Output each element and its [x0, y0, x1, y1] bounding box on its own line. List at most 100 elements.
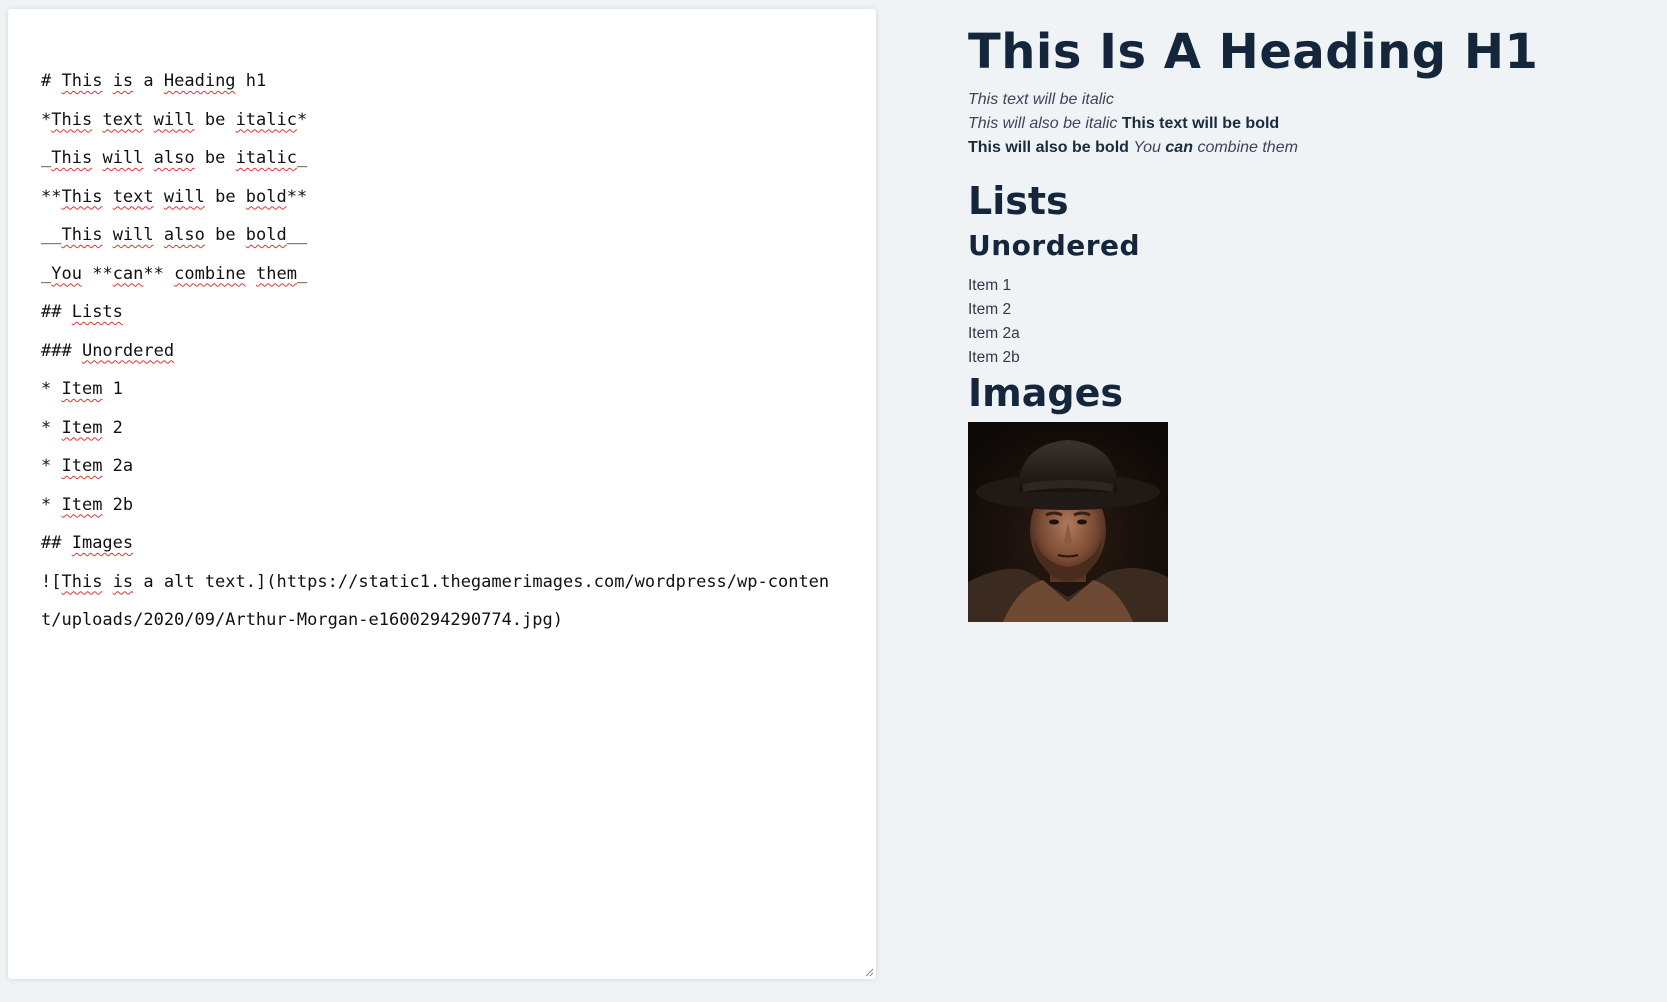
spellcheck-word: This — [51, 109, 93, 130]
list-item: Item 2 — [968, 301, 1012, 318]
spellcheck-word: Item — [61, 456, 103, 476]
spellcheck-word: bold — [245, 225, 287, 245]
spellcheck-word: You — [51, 263, 82, 284]
editor-text-segment: 1 — [102, 379, 123, 399]
spellcheck-word: text — [112, 186, 154, 207]
spellcheck-word: This — [51, 148, 93, 168]
editor-text-segment: __ — [286, 225, 308, 245]
editor-line: * Item 1 — [41, 370, 831, 409]
spellcheck-word: italic — [235, 148, 297, 168]
italic-text: combine them — [1197, 139, 1298, 156]
editor-text-segment: * — [296, 109, 308, 130]
editor-line: * Item 2a — [41, 447, 831, 486]
spellcheck-word: is — [112, 71, 134, 91]
list-item: Item 2a — [968, 325, 1020, 342]
spellcheck-word: will — [163, 186, 205, 207]
spellcheck-word: This — [61, 71, 103, 91]
spellcheck-word: text — [102, 109, 144, 130]
spellcheck-word: italic — [235, 109, 297, 130]
editor-text-segment: ### — [41, 340, 82, 361]
preview-heading-h1: This Is A Heading H1 — [968, 24, 1539, 80]
editor-text-segment: ![ — [41, 571, 62, 592]
editor-text-segment: ## — [41, 302, 72, 322]
list-item: Item 1 — [968, 277, 1012, 294]
preview-paragraph: This text will be italic This will also … — [968, 88, 1648, 160]
bold-text: This text will be bold — [1121, 115, 1280, 132]
spellcheck-word: will — [153, 109, 195, 130]
editor-text-segment: ** — [143, 263, 175, 284]
spellcheck-word: Unordered — [81, 340, 175, 361]
editor-line: * Item 2 — [41, 409, 831, 448]
spellcheck-word: combine — [174, 263, 246, 284]
editor-line: ### Unordered — [41, 332, 831, 371]
editor-text-segment — [143, 148, 153, 168]
editor-text-segment — [143, 110, 153, 130]
preview-heading-unordered: Unordered — [968, 229, 1141, 262]
editor-text-segment: a alt text.](https://static1.thegamerima… — [41, 571, 830, 631]
editor-text-segment: # — [41, 71, 62, 91]
editor-text-segment: ** — [81, 263, 113, 284]
spellcheck-word: also — [153, 148, 195, 168]
editor-text-segment: be — [204, 186, 246, 207]
markdown-editor[interactable]: # This is a Heading h1 * This text will be… — [8, 9, 876, 979]
editor-line: ## Images — [41, 524, 831, 563]
editor-text-segment: be — [194, 109, 236, 130]
spellcheck-word: This — [61, 186, 103, 207]
editor-text-segment: be — [194, 148, 236, 168]
spellcheck-word: Heading — [163, 71, 236, 91]
spellcheck-word: This — [61, 225, 103, 245]
italic-text: This will also be italic — [968, 115, 1118, 132]
spellcheck-word: Item — [61, 417, 103, 438]
editor-text-segment: ** — [41, 186, 62, 207]
italic-text: You — [1133, 139, 1161, 156]
paragraph-line: This text will be italic — [968, 88, 1648, 112]
editor-text-segment — [92, 148, 102, 168]
paragraph-line: This will also be bold You can combine t… — [968, 136, 1648, 160]
editor-text-segment — [92, 110, 102, 130]
editor-textarea[interactable]: # This is a Heading h1 * This text will be… — [41, 62, 831, 640]
editor-text-segment — [102, 225, 112, 245]
editor-text-segment — [102, 71, 112, 91]
markdown-preview: This Is A Heading H1 This text will be i… — [968, 20, 1648, 622]
editor-line: __This will also be bold__ — [41, 216, 831, 255]
editor-text-segment: * — [41, 417, 62, 438]
editor-text-segment: * — [41, 456, 62, 476]
spellcheck-word: Images — [71, 533, 134, 553]
editor-text-segment — [154, 225, 164, 245]
spellcheck-word: Item — [61, 494, 103, 515]
editor-text-segment: ## — [41, 533, 72, 553]
editor-text-segment: 2a — [102, 456, 134, 476]
editor-text-segment: _ — [296, 263, 308, 284]
spellcheck-word: Item — [61, 379, 103, 399]
editor-line: *This text will be italic* — [41, 101, 831, 140]
editor-text-segment: a — [133, 71, 164, 91]
italic-text: This text will be italic — [968, 91, 1114, 108]
preview-unordered-list: Item 1 Item 2 Item 2a Item 2b — [968, 274, 1648, 370]
editor-text-segment: 2b — [102, 494, 134, 515]
spellcheck-word: will — [102, 148, 144, 168]
editor-text-segment: _ — [41, 263, 52, 284]
resize-handle-icon[interactable] — [864, 967, 874, 977]
paragraph-line: This will also be italic This text will … — [968, 112, 1648, 136]
portrait-image — [968, 422, 1168, 622]
markdown-previewer-page: # This is a Heading h1 * This text will be… — [0, 0, 1667, 1002]
list-item: Item 2b — [968, 349, 1020, 366]
editor-text-segment: h1 — [235, 71, 267, 91]
editor-text-segment: * — [41, 379, 62, 399]
editor-line: ## Lists — [41, 293, 831, 332]
preview-heading-images: Images — [968, 371, 1123, 415]
editor-text-segment: 2 — [102, 417, 123, 438]
preview-heading-lists: Lists — [968, 179, 1069, 223]
bold-text: This will also be bold — [968, 139, 1129, 156]
spellcheck-word: also — [163, 225, 205, 245]
editor-line: # This is a Heading h1 — [41, 62, 831, 101]
editor-line: **This text will be bold** — [41, 178, 831, 217]
editor-text-segment — [102, 572, 112, 592]
spellcheck-word: will — [112, 225, 154, 245]
editor-text-segment — [102, 187, 112, 207]
spellcheck-word: can — [112, 263, 144, 284]
editor-line: * Item 2b — [41, 486, 831, 525]
spellcheck-word: them — [256, 263, 297, 284]
spellcheck-word: This — [61, 571, 103, 592]
spellcheck-word: is — [112, 571, 134, 592]
